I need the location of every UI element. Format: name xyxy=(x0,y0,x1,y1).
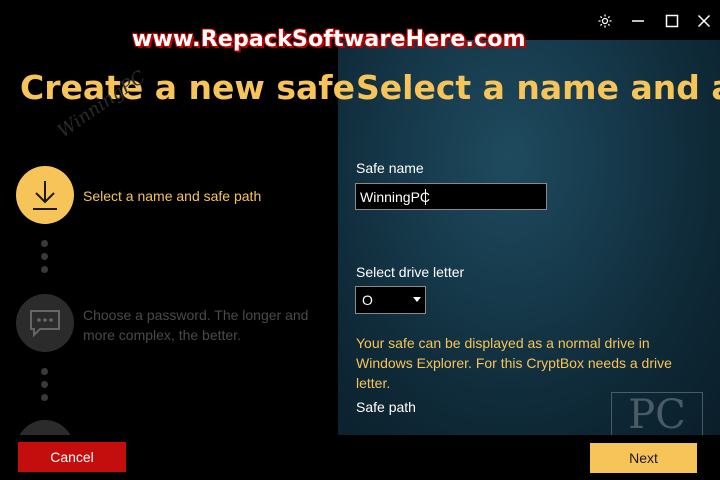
step-connector-1 xyxy=(41,240,49,279)
next-button[interactable]: Next xyxy=(590,443,697,473)
drive-letter-label: Select drive letter xyxy=(356,264,465,280)
safe-name-input[interactable] xyxy=(355,183,547,210)
step-1-label: Select a name and safe path xyxy=(83,188,262,204)
step-2-label: Choose a password. The longer and more c… xyxy=(83,307,309,343)
drive-letter-select[interactable]: O xyxy=(355,286,426,314)
right-title: Select a name and a xyxy=(356,68,720,107)
minimize-icon[interactable] xyxy=(627,10,649,32)
safe-name-label: Safe name xyxy=(356,160,424,176)
step-2-circle xyxy=(16,294,74,352)
cryptbox-window: www.RepackSoftwareHere.com Create a new … xyxy=(0,0,720,480)
safe-path-label: Safe path xyxy=(356,399,416,415)
drive-letter-info: Your safe can be displayed as a normal d… xyxy=(356,335,672,391)
title-bar: www.RepackSoftwareHere.com xyxy=(0,0,720,52)
text-caret xyxy=(425,189,426,205)
cancel-button[interactable]: Cancel xyxy=(18,442,126,472)
download-icon xyxy=(33,181,57,210)
step-connector-2 xyxy=(41,368,49,407)
step-1-circle xyxy=(16,166,74,224)
close-icon[interactable] xyxy=(693,10,715,32)
chevron-down-icon xyxy=(413,297,421,302)
drive-letter-value: O xyxy=(362,292,373,308)
watermark-text: www.RepackSoftwareHere.com xyxy=(132,27,526,52)
left-title: Create a new safe xyxy=(20,68,356,107)
maximize-icon[interactable] xyxy=(661,10,683,32)
pc-watermark-logo: PC xyxy=(611,392,703,438)
gear-icon[interactable] xyxy=(594,10,616,32)
chat-bubble-icon xyxy=(30,310,60,338)
